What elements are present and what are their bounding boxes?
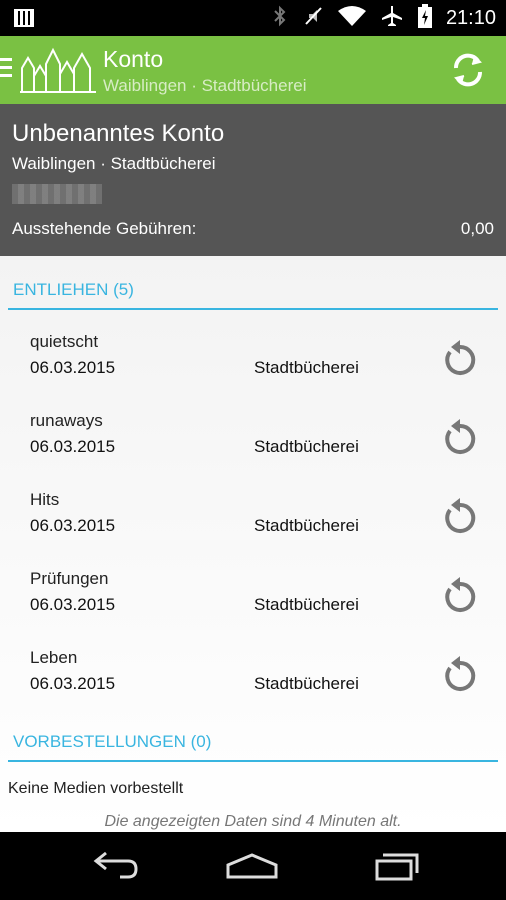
- bluetooth-icon: [272, 5, 288, 31]
- back-icon[interactable]: [84, 846, 144, 886]
- renew-icon[interactable]: [440, 577, 480, 617]
- item-branch: Stadtbücherei: [254, 516, 359, 535]
- item-branch: Stadtbücherei: [254, 437, 359, 456]
- account-header: Unbenanntes Konto Waiblingen · Stadtbüch…: [0, 104, 506, 256]
- wifi-icon: [337, 5, 366, 31]
- account-content[interactable]: ENTLIEHEN (5) quietscht 06.03.2015 Stadt…: [0, 256, 506, 832]
- menu-icon[interactable]: [0, 58, 14, 82]
- battery-icon: [417, 4, 432, 32]
- notification-icon: [14, 9, 34, 31]
- list-item[interactable]: Prüfungen 06.03.2015 Stadtbücherei: [0, 569, 506, 647]
- account-name: Unbenanntes Konto: [12, 120, 225, 147]
- item-date: 06.03.2015: [30, 516, 116, 535]
- item-title: runaways: [30, 411, 103, 430]
- list-item[interactable]: Leben 06.03.2015 Stadtbücherei: [0, 648, 506, 726]
- redacted-card-number: [12, 184, 102, 204]
- lent-header-label: ENTLIEHEN (5): [13, 280, 134, 299]
- reservations-section-header: VORBESTELLUNGEN (0): [8, 724, 498, 762]
- app-logo[interactable]: [20, 46, 96, 98]
- action-bar: Konto Waiblingen · Stadtbücherei: [0, 36, 506, 104]
- clock: 21:10: [445, 6, 496, 29]
- renew-icon[interactable]: [440, 498, 480, 538]
- fees-label: Ausstehende Gebühren:: [12, 219, 197, 238]
- home-icon[interactable]: [222, 846, 282, 886]
- list-item[interactable]: runaways 06.03.2015 Stadtbücherei: [0, 411, 506, 489]
- item-date: 06.03.2015: [30, 595, 116, 614]
- mute-icon: [302, 5, 324, 31]
- renew-icon[interactable]: [440, 656, 480, 696]
- item-date: 06.03.2015: [30, 358, 116, 377]
- item-branch: Stadtbücherei: [254, 358, 359, 377]
- page-title: Konto: [103, 46, 164, 72]
- reservations-header-label: VORBESTELLUNGEN (0): [13, 732, 212, 751]
- item-title: Hits: [30, 490, 60, 509]
- item-title: quietscht: [30, 332, 99, 351]
- navigation-bar: [0, 832, 506, 900]
- fees-value: 0,00: [460, 219, 494, 238]
- reservations-empty-text: Keine Medien vorbestellt: [8, 780, 184, 797]
- item-date: 06.03.2015: [30, 437, 116, 456]
- renew-icon[interactable]: [440, 419, 480, 459]
- page-subtitle: Waiblingen · Stadtbücherei: [103, 76, 307, 95]
- account-library: Waiblingen · Stadtbücherei: [12, 154, 216, 173]
- list-item[interactable]: quietscht 06.03.2015 Stadtbücherei: [0, 332, 506, 410]
- recent-apps-icon[interactable]: [366, 846, 426, 886]
- lent-section-header: ENTLIEHEN (5): [8, 272, 498, 310]
- item-branch: Stadtbücherei: [254, 674, 359, 693]
- renew-icon[interactable]: [440, 340, 480, 380]
- data-age-text: Die angezeigten Daten sind 4 Minuten alt…: [104, 813, 402, 830]
- item-branch: Stadtbücherei: [254, 595, 359, 614]
- status-bar: 21:10: [0, 0, 506, 36]
- airplane-icon: [380, 4, 404, 32]
- item-date: 06.03.2015: [30, 674, 116, 693]
- item-title: Prüfungen: [30, 569, 109, 588]
- list-item[interactable]: Hits 06.03.2015 Stadtbücherei: [0, 490, 506, 568]
- refresh-icon[interactable]: [448, 50, 488, 90]
- item-title: Leben: [30, 648, 78, 667]
